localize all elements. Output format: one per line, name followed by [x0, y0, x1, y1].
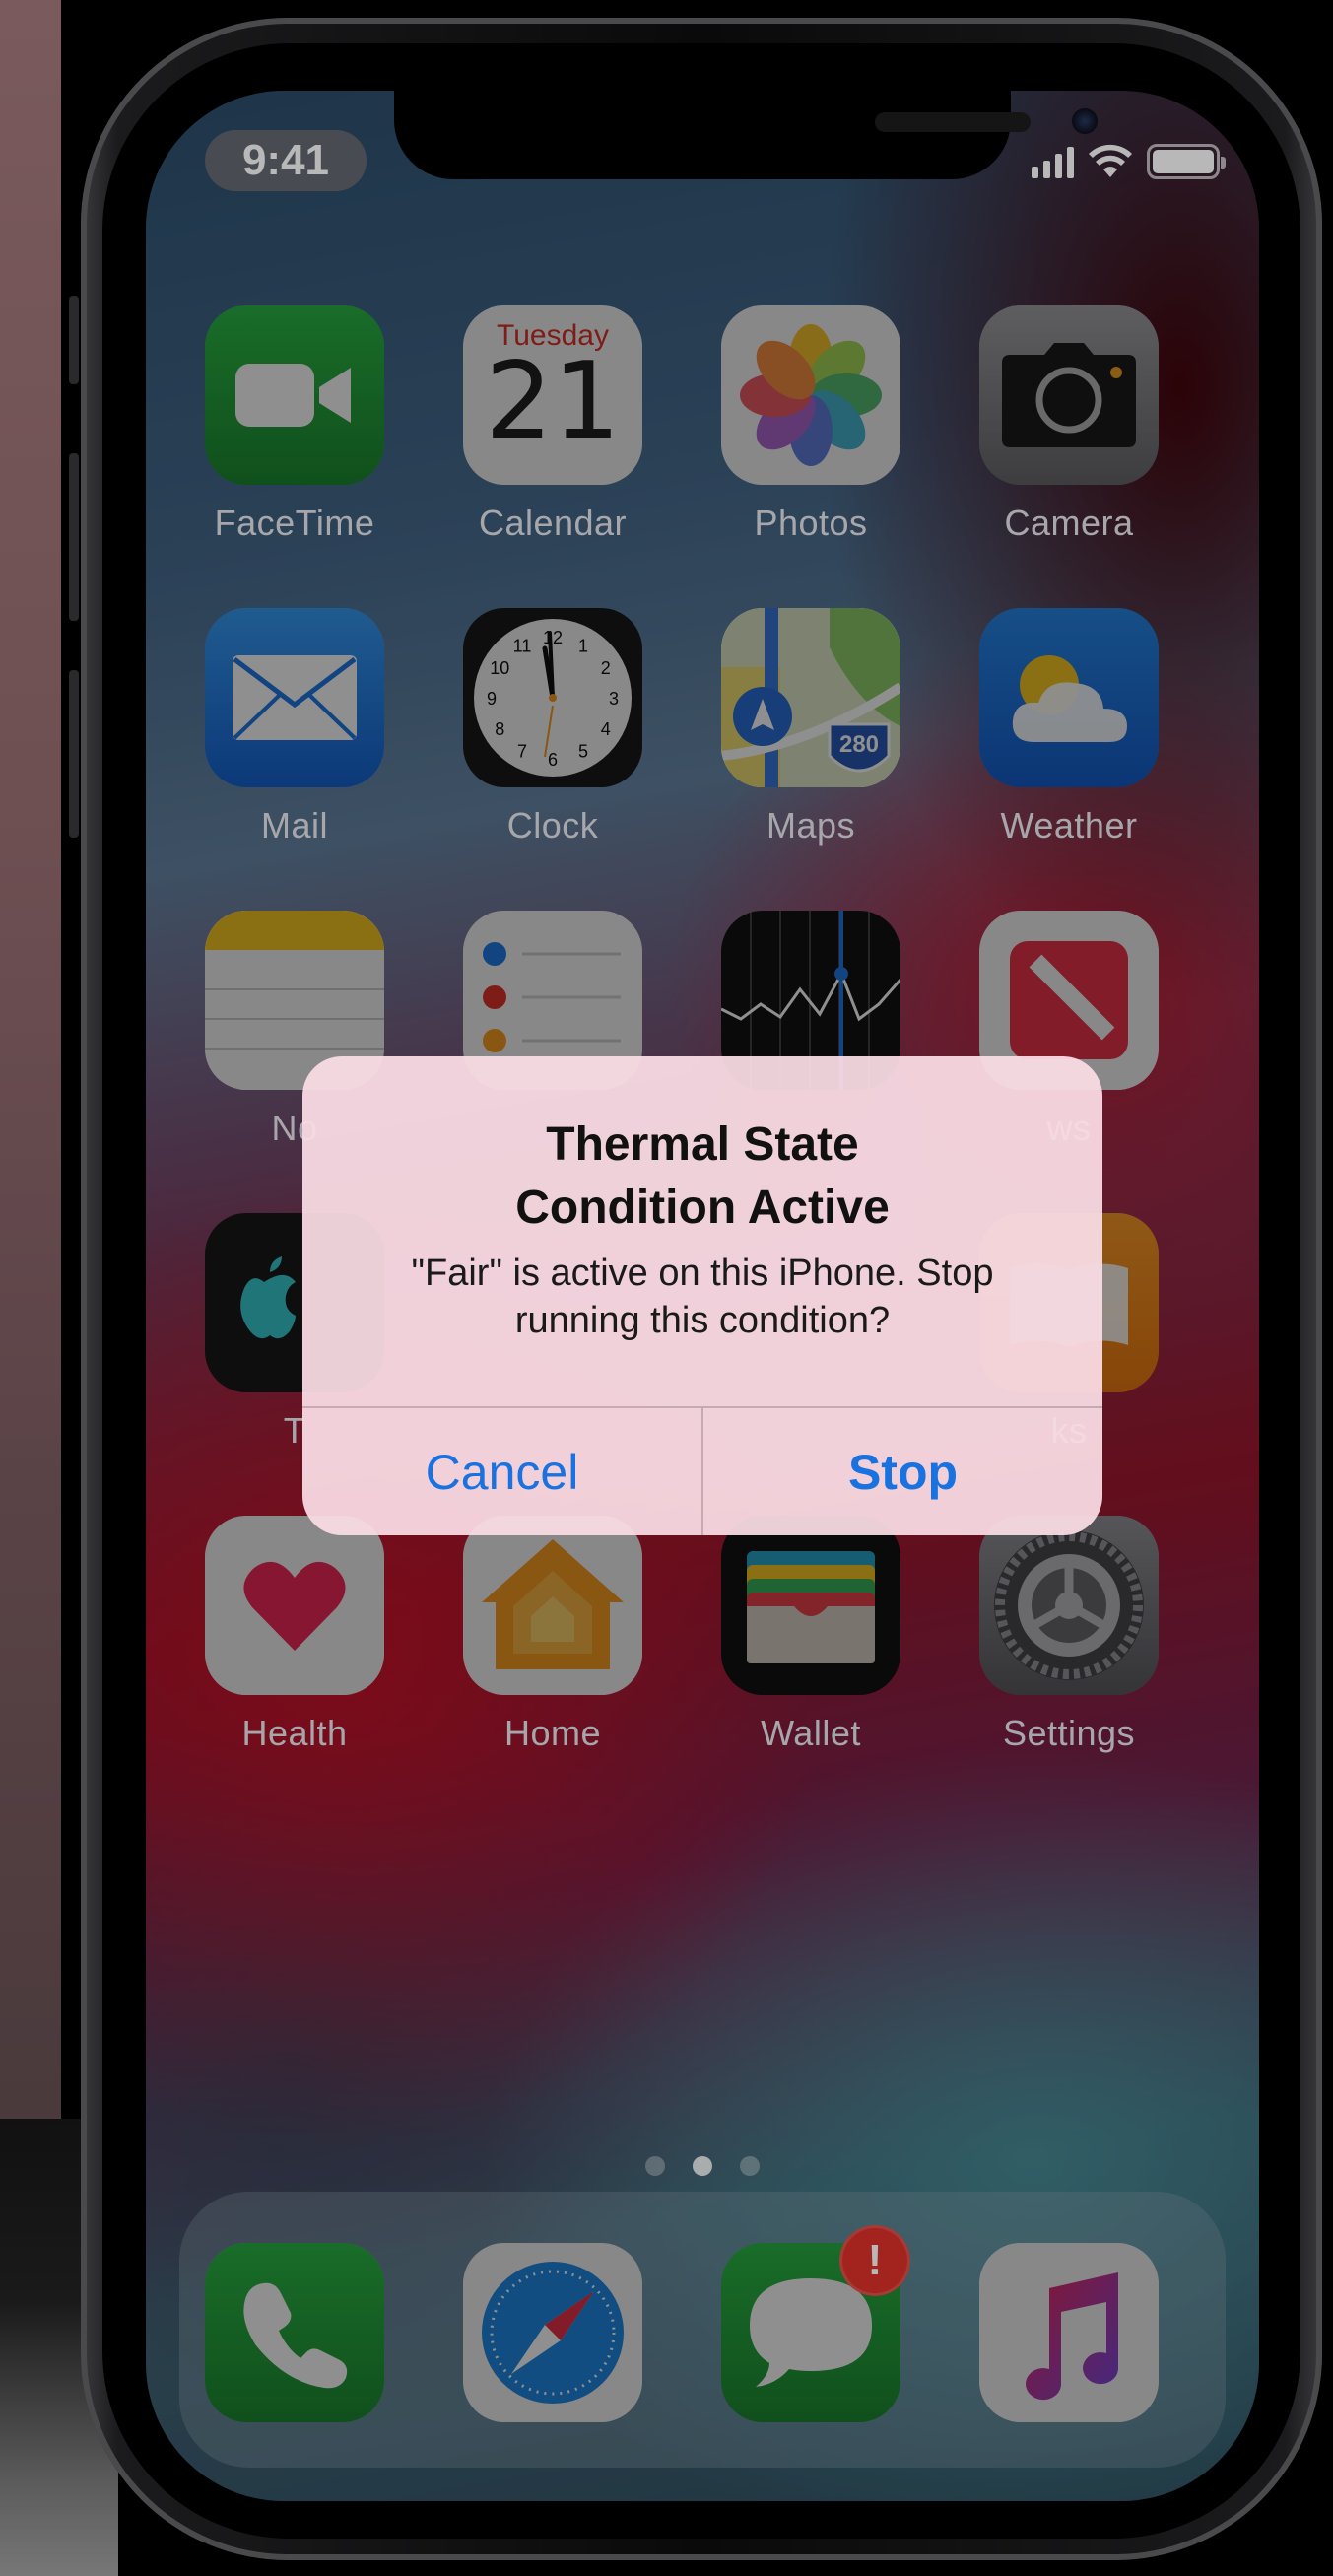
app-label: Maps	[766, 805, 856, 846]
alert-dialog: Thermal State Condition Active "Fair" is…	[302, 1056, 1102, 1535]
app-label: Health	[241, 1713, 348, 1753]
dock-app-phone[interactable]	[186, 2243, 403, 2422]
app-label: Photos	[754, 503, 868, 543]
safari-icon	[463, 2243, 642, 2422]
mail-icon	[205, 608, 384, 787]
settings-icon	[979, 1516, 1159, 1695]
app-label: Calendar	[478, 503, 628, 543]
dock-app-safari[interactable]	[444, 2243, 661, 2422]
silent-switch	[69, 296, 79, 384]
page-indicator[interactable]	[146, 2156, 1259, 2176]
app-mail[interactable]: Mail	[186, 608, 403, 847]
facetime-icon	[205, 305, 384, 485]
volume-down-button	[69, 670, 79, 838]
alert-title-line: Condition Active	[515, 1182, 890, 1234]
home-icon	[463, 1516, 642, 1695]
app-health[interactable]: Health	[186, 1516, 403, 1754]
app-label: Wallet	[761, 1713, 861, 1753]
weather-icon	[979, 608, 1159, 787]
page-dot	[645, 2156, 665, 2176]
calendar-icon: Tuesday 21	[463, 305, 642, 485]
app-maps[interactable]: 280 Maps	[702, 608, 919, 847]
status-indicators	[1032, 144, 1226, 179]
stop-button[interactable]: Stop	[703, 1408, 1102, 1535]
cellular-signal-icon	[1032, 145, 1074, 178]
dock-app-messages[interactable]: !	[702, 2225, 919, 2422]
wallet-icon	[721, 1516, 900, 1695]
maps-icon: 280	[721, 608, 900, 787]
alert-message-line: "Fair" is active on this iPhone. Stop	[411, 1253, 994, 1294]
dock-app-music[interactable]	[961, 2243, 1177, 2422]
app-facetime[interactable]: FaceTime	[186, 305, 403, 544]
alert-title-line: Thermal State	[546, 1119, 859, 1171]
notification-badge: !	[839, 2225, 910, 2296]
photos-icon	[721, 305, 900, 485]
page-dot	[740, 2156, 760, 2176]
messages-icon: !	[721, 2225, 910, 2422]
alert-message-line: running this condition?	[514, 1300, 891, 1341]
wifi-icon	[1089, 144, 1132, 177]
app-photos[interactable]: Photos	[702, 305, 919, 544]
music-icon	[979, 2243, 1159, 2422]
app-wallet[interactable]: Wallet	[702, 1516, 919, 1754]
clock-icon: 12 1 2 3 4 5 6 7 8 9 10 11	[463, 608, 642, 787]
page-dot-active	[693, 2156, 712, 2176]
app-label: FaceTime	[214, 503, 375, 543]
app-label: Clock	[506, 805, 599, 846]
alert-title: Thermal State Condition Active	[302, 1114, 1102, 1240]
app-clock[interactable]: 12 1 2 3 4 5 6 7 8 9 10 11 Clock	[444, 608, 661, 847]
app-camera[interactable]: Camera	[961, 305, 1177, 544]
app-label: Settings	[1002, 1713, 1136, 1753]
earpiece-speaker	[875, 112, 1031, 132]
alert-message: "Fair" is active on this iPhone. Stop ru…	[362, 1250, 1043, 1344]
app-label: Camera	[1004, 503, 1134, 543]
notch	[394, 91, 1098, 179]
front-camera	[1072, 108, 1098, 134]
app-settings[interactable]: Settings	[961, 1516, 1177, 1754]
app-home[interactable]: Home	[444, 1516, 661, 1754]
cancel-button[interactable]: Cancel	[302, 1408, 701, 1535]
background-wallpaper-left	[0, 0, 61, 2119]
volume-up-button	[69, 453, 79, 621]
app-weather[interactable]: Weather	[961, 608, 1177, 847]
camera-icon	[979, 305, 1159, 485]
status-time: 9:41	[205, 130, 367, 191]
app-label: Home	[503, 1713, 602, 1753]
battery-icon	[1147, 144, 1226, 179]
phone-icon	[205, 2243, 384, 2422]
app-label: Mail	[260, 805, 328, 846]
app-label: Weather	[1000, 805, 1138, 846]
health-icon	[205, 1516, 384, 1695]
app-calendar[interactable]: Tuesday 21 Calendar	[444, 305, 661, 544]
